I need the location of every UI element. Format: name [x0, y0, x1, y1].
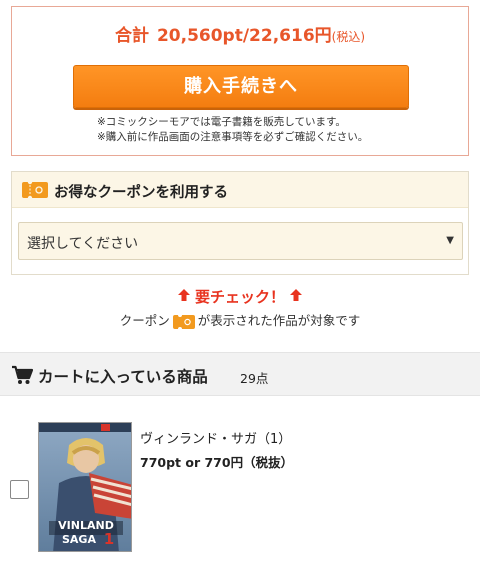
coupon-note-before: クーポン — [119, 313, 170, 328]
check-callout: 要チェック！ — [0, 286, 480, 307]
svg-text:SAGA: SAGA — [62, 533, 96, 546]
checkout-button[interactable]: 購入手続きへ — [73, 65, 409, 108]
item-price: 770pt or 770円（税抜） — [140, 455, 294, 470]
order-summary: 合計 20,560pt/22,616円(税込) 購入手続きへ ※コミックシーモアで… — [11, 6, 469, 156]
item-title[interactable]: ヴィンランド・サガ（1） — [140, 428, 291, 447]
dropdown-triangle-icon: ▼ — [446, 235, 454, 246]
svg-text:1: 1 — [104, 530, 114, 548]
cart-header: カートに入っている商品 29点 — [0, 352, 480, 396]
purchase-notes: ※コミックシーモアでは電子書籍を販売しています。 ※購入前に作品画面の注意事項等… — [97, 115, 368, 145]
coupon-select[interactable]: 選択してください ▼ — [18, 222, 463, 260]
coupon-ticket-icon — [22, 179, 48, 202]
coupon-title: お得なクーポンを利用する — [54, 185, 228, 201]
total-line: 合計 20,560pt/22,616円(税込) — [12, 21, 468, 46]
coupon-header: お得なクーポンを利用する — [12, 172, 468, 208]
coupon-note-after: が表示された作品が対象です — [197, 313, 361, 328]
arrow-up-icon — [177, 288, 191, 306]
arrow-up-icon — [289, 288, 303, 306]
cart-icon — [11, 365, 34, 389]
note-line: ※購入前に作品画面の注意事項等を必ずご確認ください。 — [97, 131, 369, 143]
cart-item-count: 29点 — [240, 371, 269, 386]
check-text: 要チェック！ — [194, 288, 285, 306]
coupon-select-value: 選択してください — [27, 236, 139, 252]
note-line: ※コミックシーモアでは電子書籍を販売しています。 — [97, 116, 346, 128]
total-label: 合計 — [114, 26, 149, 46]
coupon-panel: お得なクーポンを利用する 選択してください ▼ — [11, 171, 469, 275]
coupon-eligibility-note: クーポン が表示された作品が対象です — [0, 310, 480, 332]
total-value: 20,560pt/22,616円 — [156, 26, 332, 46]
item-cover-image[interactable]: VINLAND SAGA 1 — [38, 422, 132, 552]
item-select-checkbox[interactable] — [10, 480, 29, 499]
total-tax-note: (税込) — [331, 30, 366, 44]
cart-title: カートに入っている商品 — [38, 368, 208, 386]
coupon-ticket-icon — [172, 313, 195, 332]
